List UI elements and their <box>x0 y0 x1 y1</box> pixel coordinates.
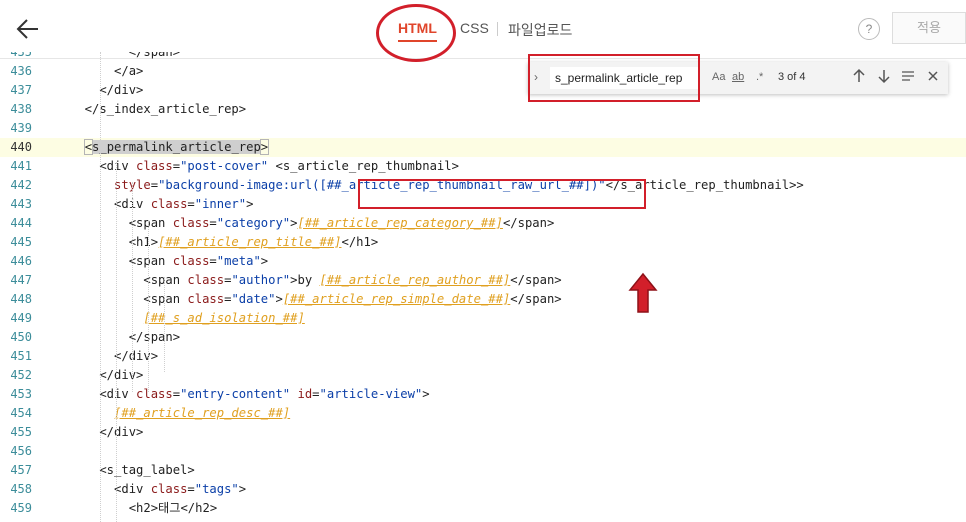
tab-bar: HTML CSS 파일업로드 <box>0 0 966 58</box>
code-editor[interactable]: 435 </span> 436 </a> 437 </div> 438 </s_ind… <box>0 52 966 522</box>
code-text: </div> <box>70 83 144 97</box>
code-line[interactable]: 454 [##_article_rep_desc_##] <box>0 404 966 423</box>
annotation-box-find <box>528 54 700 102</box>
code-line[interactable]: 452 </div> <box>0 366 966 385</box>
find-in-selection-icon[interactable] <box>901 68 915 84</box>
line-number: 445 <box>10 235 32 249</box>
line-number: 443 <box>10 197 32 211</box>
line-number: 444 <box>10 216 32 230</box>
line-number: 436 <box>10 64 32 78</box>
code-text: </a> <box>70 64 144 78</box>
code-line[interactable]: 438 </s_index_article_rep> <box>0 100 966 119</box>
tab-file-upload[interactable]: 파일업로드 <box>508 20 572 40</box>
code-line[interactable]: 440 <s_permalink_article_rep> <box>0 138 966 157</box>
regex-toggle[interactable]: .* <box>756 71 763 83</box>
code-text: <div class="tags"> <box>70 482 247 496</box>
line-number: 440 <box>10 140 32 154</box>
code-line[interactable]: 457 <s_tag_label> <box>0 461 966 480</box>
indent-guide <box>116 162 117 522</box>
code-text: <div class="inner"> <box>70 197 254 211</box>
code-text: <span class="author">by [##_article_rep_… <box>70 273 562 287</box>
code-text: [##_article_rep_desc_##] <box>114 406 291 420</box>
arrow-up-icon[interactable] <box>852 68 866 84</box>
code-text: <s_tag_label> <box>70 463 195 477</box>
code-line[interactable]: 459 <h2>태그</h2> <box>0 499 966 518</box>
close-icon[interactable] <box>926 68 940 84</box>
code-line[interactable]: 446 <span class="meta"> <box>0 252 966 271</box>
line-number: 447 <box>10 273 32 287</box>
line-number: 454 <box>10 406 32 420</box>
code-text: <span class="date">[##_article_rep_simpl… <box>70 292 562 306</box>
code-line[interactable]: 448 <span class="date">[##_article_rep_s… <box>0 290 966 309</box>
indent-guide <box>164 277 165 372</box>
whole-word-toggle[interactable]: ab <box>732 71 744 83</box>
line-number: 448 <box>10 292 32 306</box>
line-number: 437 <box>10 83 32 97</box>
code-text: </div> <box>70 425 144 439</box>
annotation-box-thumbnail-url <box>358 179 646 209</box>
line-number: 452 <box>10 368 32 382</box>
line-number: 456 <box>10 444 32 458</box>
code-line[interactable]: 441 <div class="post-cover" <s_article_r… <box>0 157 966 176</box>
indent-guide <box>132 182 133 392</box>
code-line[interactable]: 451 </div> <box>0 347 966 366</box>
line-number: 439 <box>10 121 32 135</box>
arrow-up-annotation-icon <box>628 272 658 313</box>
code-line[interactable]: 445 <h1>[##_article_rep_title_##]</h1> <box>0 233 966 252</box>
code-text: </s_index_article_rep> <box>70 102 247 116</box>
tab-divider <box>497 22 498 36</box>
tab-css[interactable]: CSS <box>460 20 489 36</box>
code-line[interactable]: 453 <div class="entry-content" id="artic… <box>0 385 966 404</box>
help-button[interactable]: ? <box>858 18 880 40</box>
code-text: </div> <box>70 349 159 363</box>
line-number: 446 <box>10 254 32 268</box>
line-number: 453 <box>10 387 32 401</box>
line-number: 459 <box>10 501 32 515</box>
line-number: 451 <box>10 349 32 363</box>
line-number: 442 <box>10 178 32 192</box>
code-line[interactable]: 447 <span class="author">by [##_article_… <box>0 271 966 290</box>
code-text: </span> <box>70 52 181 59</box>
code-text: [##_s_ad_isolation_##] <box>143 311 305 325</box>
code-text: <h2>태그</h2> <box>70 501 218 515</box>
code-text: <div class="post-cover" <s_article_rep_t… <box>70 159 459 173</box>
line-number: 458 <box>10 482 32 496</box>
line-number: 455 <box>10 425 32 439</box>
code-line[interactable]: 456 <box>0 442 966 461</box>
line-number: 435 <box>10 52 32 59</box>
code-text: <div class="entry-content" id="article-v… <box>70 387 430 401</box>
match-count: 3 of 4 <box>778 71 806 83</box>
code-line[interactable]: 439 <box>0 119 966 138</box>
indent-guide <box>148 220 149 392</box>
line-number: 438 <box>10 102 32 116</box>
line-number: 441 <box>10 159 32 173</box>
arrow-down-icon[interactable] <box>877 68 891 84</box>
indent-guide <box>100 52 101 522</box>
apply-button[interactable]: 적용 <box>892 12 966 44</box>
code-line[interactable]: 444 <span class="category">[##_article_r… <box>0 214 966 233</box>
code-line[interactable]: 458 <div class="tags"> <box>0 480 966 499</box>
code-line[interactable]: 435 </span> <box>0 52 966 62</box>
line-number: 449 <box>10 311 32 325</box>
code-line[interactable]: 450 </span> <box>0 328 966 347</box>
code-line[interactable]: 455 </div> <box>0 423 966 442</box>
line-number: 457 <box>10 463 32 477</box>
editor-toolbar: HTML CSS 파일업로드 ? 적용 <box>0 0 966 62</box>
line-number: 450 <box>10 330 32 344</box>
match-case-toggle[interactable]: Aa <box>712 71 725 83</box>
code-text: <span class="category">[##_article_rep_c… <box>70 216 555 230</box>
code-line[interactable]: 449 [##_s_ad_isolation_##] <box>0 309 966 328</box>
